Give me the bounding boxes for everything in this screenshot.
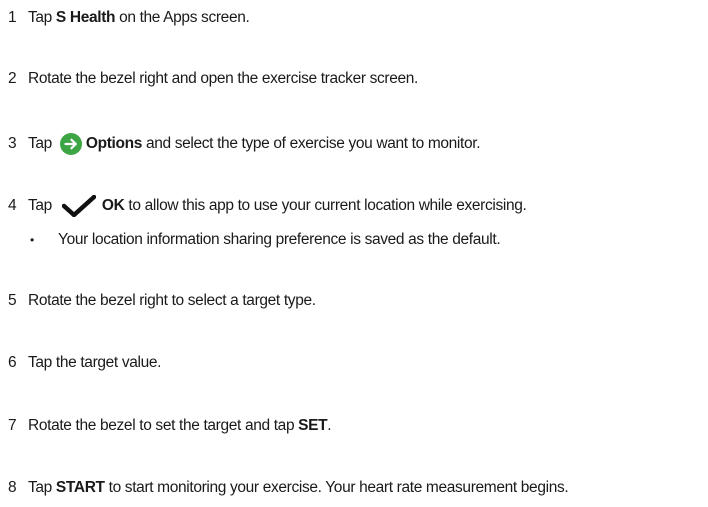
bullet-marker: • (30, 233, 34, 247)
step-text-post: . (327, 417, 332, 434)
step-text: Rotate the bezel to set the target and t… (28, 417, 332, 435)
step-number: 6 (8, 354, 17, 371)
step-number: 8 (8, 479, 17, 496)
step-number: 2 (8, 70, 17, 87)
step-number: 4 (8, 197, 17, 214)
step-3: 3 Tap Options and select the type of exe… (8, 131, 708, 157)
step-text: Tap Options and select the type of exerc… (28, 133, 481, 155)
options-label: Options (85, 135, 143, 153)
step-text: Tap S Health on the Apps screen. (28, 9, 250, 27)
instruction-steps: 1 Tap S Health on the Apps screen. 2 Rot… (0, 0, 708, 507)
checkmark-icon (56, 195, 102, 217)
start-label: START (55, 479, 105, 496)
step-text-pre: Tap (28, 197, 56, 215)
step-number: 3 (8, 135, 17, 152)
step-6: 6 Tap the target value. (8, 350, 708, 376)
step-text-pre: Rotate the bezel to set the target and t… (28, 417, 299, 434)
step-4: 4 Tap OK to allow this app to use your c… (8, 193, 708, 219)
step-4-bullet: • Your location information sharing pref… (30, 227, 501, 253)
step-number: 5 (8, 292, 17, 309)
set-label: SET (298, 417, 328, 434)
step-text-pre: Tap (28, 479, 56, 496)
step-7: 7 Rotate the bezel to set the target and… (8, 413, 708, 439)
step-text-pre: Tap (28, 135, 56, 153)
step-text: Rotate the bezel right and open the exer… (28, 70, 418, 87)
bullet-text: Your location information sharing prefer… (58, 231, 501, 248)
ok-label: OK (101, 197, 125, 215)
app-name-s-health: S Health (55, 9, 116, 26)
step-text-post: on the Apps screen. (115, 9, 250, 26)
step-8: 8 Tap START to start monitoring your exe… (8, 475, 708, 501)
step-text-post: to start monitoring your exercise. Your … (104, 479, 569, 496)
arrow-circle-icon (56, 133, 86, 155)
step-2: 2 Rotate the bezel right and open the ex… (8, 66, 708, 92)
step-1: 1 Tap S Health on the Apps screen. (8, 5, 708, 31)
step-text: Tap OK to allow this app to use your cur… (28, 195, 527, 217)
step-text: Rotate the bezel right to select a targe… (28, 292, 316, 309)
step-number: 1 (8, 9, 17, 26)
step-text-pre: Tap (28, 9, 56, 26)
step-text-post: to allow this app to use your current lo… (124, 197, 527, 215)
step-number: 7 (8, 417, 17, 434)
step-text: Tap the target value. (28, 354, 162, 371)
step-text: Tap START to start monitoring your exerc… (28, 479, 569, 497)
step-5: 5 Rotate the bezel right to select a tar… (8, 288, 708, 314)
step-text-post: and select the type of exercise you want… (142, 135, 481, 153)
